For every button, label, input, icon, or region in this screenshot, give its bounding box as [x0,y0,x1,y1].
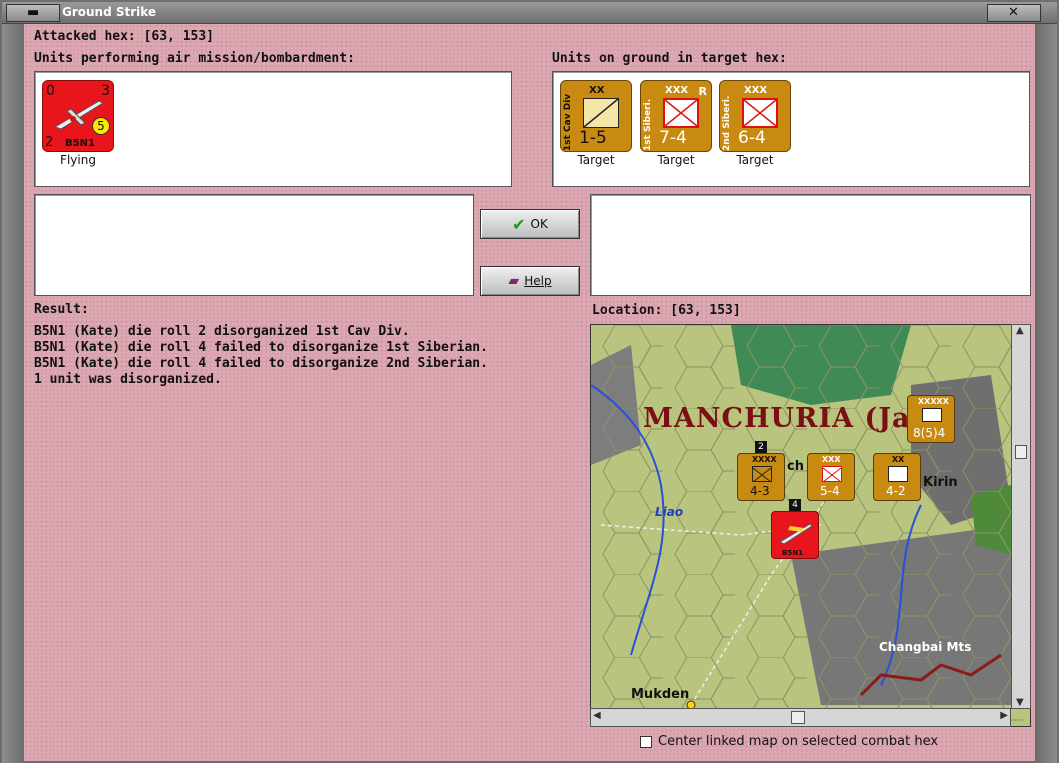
plane-icon [778,523,813,545]
attacked-hex-label: Attacked hex: [63, 153] [34,29,215,44]
checkmark-icon: ✔ [512,214,526,234]
ground-units-heading: Units on ground in target hex: [552,51,787,66]
air-unit-name: B5N1 [65,138,95,149]
ground-unit-status: Target [657,153,695,167]
ground-unit-name: 1st Cav Div [563,93,573,151]
map-unit-stats: B5N1 [782,549,803,557]
minimize-button[interactable]: ▬ [6,4,60,22]
stack-count: 2 [755,441,767,453]
ground-strike-window: ▬ Ground Strike ✕ Attacked hex: [63, 153… [0,0,1059,763]
location-map[interactable]: MANCHURIA (Ja) Liao Kirin Changbai Mts M… [590,324,1031,727]
map-unit-size: XXXXX [918,397,949,406]
scroll-right-icon[interactable]: ▶ [1000,710,1008,721]
map-unit-size: XXX [822,455,841,464]
map-horizontal-scrollbar[interactable]: ◀ ▶ [590,708,1011,727]
infantry-icon [752,466,772,483]
window-title: Ground Strike [62,5,157,19]
ground-unit-name: 2nd Siberi. [722,95,732,151]
ground-unit-name: 1st Siberi. [643,98,653,151]
dialog-content: Attacked hex: [63, 153] Units performing… [24,24,1035,754]
defender-detail-panel [590,194,1031,296]
map-unit-stats: 4-3 [750,484,770,498]
map-air-unit[interactable]: B5N1 [771,511,819,559]
ground-unit-counter[interactable]: 1st Cav Div XX 1-5 [560,80,632,152]
ok-label: OK [530,217,548,231]
minimize-icon: ▬ [27,5,40,20]
ground-unit-status: Target [736,153,774,167]
result-line: B5N1 (Kate) die roll 4 failed to disorga… [34,356,488,371]
ground-unit-size: XXX [744,85,768,96]
result-heading: Result: [34,302,89,317]
place-label: Mukden [631,687,690,702]
scroll-up-icon[interactable]: ▲ [1016,325,1024,336]
place-label: Changbai Mts [879,640,972,654]
book-icon: ▰ [508,273,520,289]
center-map-label: Center linked map on selected combat hex [658,734,939,749]
result-line: 1 unit was disorganized. [34,372,222,387]
garrison-icon [888,466,908,482]
right-frame [1035,24,1057,763]
ground-unit-size: XX [589,85,605,96]
ground-unit-counter[interactable]: 2nd Siberi. XXX 6-4 [719,80,791,152]
map-unit-size: XX [892,455,905,464]
air-unit-defense: 2 [45,135,54,150]
horizontal-scroll-thumb[interactable] [791,711,805,724]
attacker-detail-panel [34,194,474,296]
ground-unit-stats: 7-4 [659,128,687,148]
region-label: MANCHURIA (Ja) [643,403,925,434]
vertical-scroll-thumb[interactable] [1015,445,1027,459]
help-label: Help [524,274,552,288]
close-icon: ✕ [1008,5,1019,20]
map-unit-size: XXXX [752,455,777,464]
air-unit-status: Flying [60,153,96,167]
map-unit-stats: 8(5)4 [913,426,946,440]
air-unit-counter[interactable]: 0 3 5 2 B5N1 [42,80,114,152]
map-unit[interactable]: XXXX 4-3 [737,453,785,501]
close-button[interactable]: ✕ [987,4,1041,22]
ground-unit-status: Target [577,153,615,167]
map-unit[interactable]: XXXXX 8(5)4 [907,395,955,443]
ground-unit-counter[interactable]: 1st Siberi. XXX R 7-4 [640,80,712,152]
result-line: B5N1 (Kate) die roll 2 disorganized 1st … [34,324,410,339]
result-line: B5N1 (Kate) die roll 4 failed to disorga… [34,340,488,355]
location-label: Location: [63, 153] [592,303,741,318]
center-map-option[interactable]: Center linked map on selected combat hex [640,734,938,749]
ground-unit-size: XXX [665,85,689,96]
ok-button[interactable]: ✔ OK [480,209,580,239]
title-bar[interactable]: ▬ Ground Strike ✕ [2,2,1057,24]
map-unit[interactable]: XX 4-2 [873,453,921,501]
map-unit-stats: 5-4 [820,484,840,498]
reserve-marker: R [698,85,707,98]
map-unit[interactable]: XXX 5-4 [807,453,855,501]
place-label: Liao [655,505,684,519]
help-button[interactable]: ▰ Help [480,266,580,296]
infantry-icon [822,466,842,483]
ground-unit-stats: 1-5 [579,128,607,148]
scroll-down-icon[interactable]: ▼ [1016,697,1024,708]
air-units-panel: 0 3 5 2 B5N1 Flying [34,71,512,187]
infantry-icon [742,98,778,128]
air-unit-strength: 5 [92,117,110,135]
cavalry-icon [583,98,619,128]
armor-icon [922,408,942,422]
map-vertical-scrollbar[interactable]: ▲ ▼ [1011,324,1031,709]
place-label: Kirin [923,475,958,490]
scroll-left-icon[interactable]: ◀ [593,710,601,721]
infantry-icon [663,98,699,128]
air-units-heading: Units performing air mission/bombardment… [34,51,355,66]
center-map-checkbox[interactable] [640,735,652,748]
ground-units-panel: 1st Cav Div XX 1-5 Target 1st Siberi. XX… [552,71,1030,187]
left-frame [2,24,24,763]
stack-count: 4 [789,499,801,511]
map-unit-stats: 4-2 [886,484,906,498]
ground-unit-stats: 6-4 [738,128,766,148]
place-label: ch [787,459,804,474]
